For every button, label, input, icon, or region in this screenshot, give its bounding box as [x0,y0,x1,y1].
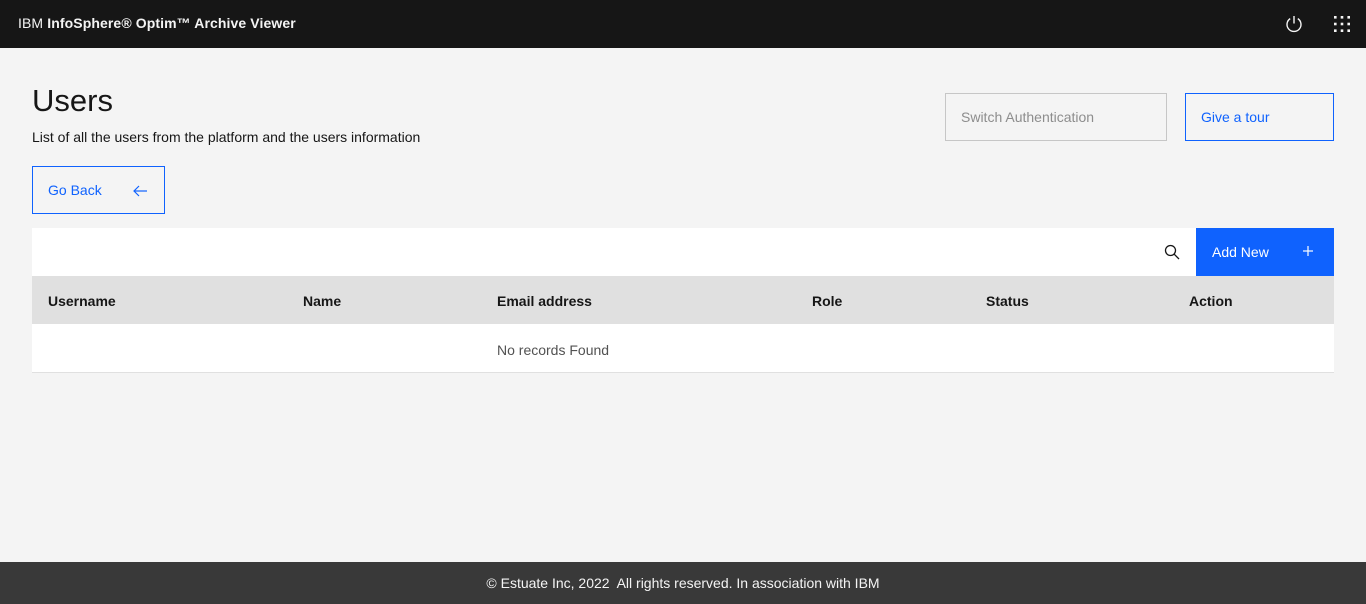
brand-name: InfoSphere® Optim™ Archive Viewer [47,15,296,31]
column-header-email[interactable]: Email address [497,293,592,309]
plus-icon [1303,246,1313,256]
page-title: Users [32,83,113,118]
column-header-action[interactable]: Action [1189,293,1233,309]
top-navigation-bar: IBM InfoSphere® Optim™ Archive Viewer [0,0,1366,48]
page-subtitle: List of all the users from the platform … [32,129,421,145]
copyright-text: © Estuate Inc, 2022 All rights reserved.… [486,575,880,591]
column-header-role[interactable]: Role [812,293,842,309]
app-switcher-icon[interactable] [1330,12,1354,36]
footer: © Estuate Inc, 2022 All rights reserved.… [0,562,1366,604]
brand-prefix: IBM [18,15,44,31]
switch-authentication-button[interactable]: Switch Authentication [945,93,1167,141]
table-header: Username Name Email address Role Status … [32,276,1334,324]
add-new-label: Add New [1212,244,1269,260]
app-title: IBM InfoSphere® Optim™ Archive Viewer [18,15,296,31]
go-back-label: Go Back [48,182,102,198]
give-a-tour-button[interactable]: Give a tour [1185,93,1334,141]
table-body: No records Found [32,324,1334,373]
column-header-name[interactable]: Name [303,293,341,309]
column-header-status[interactable]: Status [986,293,1029,309]
arrow-left-icon [133,185,147,197]
go-back-button[interactable]: Go Back [32,166,165,214]
empty-state-message: No records Found [497,342,610,358]
search-icon[interactable] [1164,244,1180,260]
power-icon[interactable] [1282,12,1306,36]
table-toolbar: Add New [32,228,1334,276]
add-new-button[interactable]: Add New [1196,228,1334,276]
column-header-username[interactable]: Username [48,293,116,309]
